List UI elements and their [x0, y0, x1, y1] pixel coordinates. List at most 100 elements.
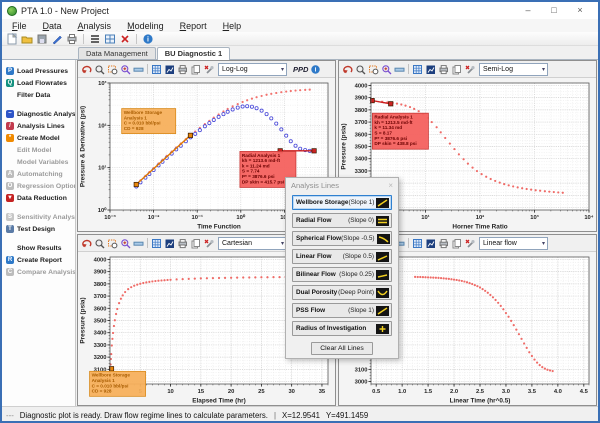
- chart-options-icon[interactable]: [464, 238, 475, 249]
- plot-type-select-loglog[interactable]: Log-Log ▾: [218, 63, 287, 76]
- plot-type-select-cartesian[interactable]: Cartesian ▾: [218, 237, 287, 250]
- sidebar-item-filter-data[interactable]: Filter Data: [2, 89, 75, 101]
- sidebar-item-create-report[interactable]: RCreate Report: [2, 254, 75, 266]
- chart-options-icon[interactable]: [203, 238, 214, 249]
- ppd-toggle[interactable]: PPD: [293, 65, 308, 74]
- print-chart-icon[interactable]: [177, 238, 188, 249]
- data-table-icon[interactable]: [151, 238, 162, 249]
- zoom-data-icon[interactable]: [120, 64, 131, 75]
- svg-text:10²: 10²: [476, 214, 484, 221]
- svg-text:3500: 3500: [94, 319, 107, 325]
- tab-bu-diagnostic-1[interactable]: BU Diagnostic 1: [157, 47, 231, 60]
- print-chart-icon[interactable]: [438, 64, 449, 75]
- svg-text:30: 30: [288, 389, 294, 395]
- tab-data-management[interactable]: Data Management: [78, 47, 156, 59]
- data-table-icon[interactable]: [412, 64, 423, 75]
- zoom-data-icon[interactable]: [381, 64, 392, 75]
- plot-type-select-linearflow[interactable]: Linear flow ▾: [479, 237, 548, 250]
- zoom-icon[interactable]: [94, 238, 105, 249]
- analysis-line-button-wellbore-storage[interactable]: Wellbore Storage(Slope 1): [292, 195, 392, 210]
- close-icon[interactable]: ×: [567, 3, 593, 18]
- dialog-title-bar[interactable]: Analysis Lines ×: [286, 178, 398, 192]
- print-chart-icon[interactable]: [438, 238, 449, 249]
- layout-list-icon[interactable]: [89, 33, 101, 45]
- zoom-icon[interactable]: [355, 64, 366, 75]
- reset-zoom-icon[interactable]: [81, 64, 92, 75]
- about-icon[interactable]: i: [142, 33, 154, 45]
- toolbar-separator: [408, 238, 409, 248]
- chart-style-icon[interactable]: [425, 64, 436, 75]
- dialog-close-icon[interactable]: ×: [388, 181, 393, 190]
- ppd-info-icon[interactable]: i: [310, 64, 321, 75]
- maximize-icon[interactable]: □: [541, 3, 567, 18]
- menu-file[interactable]: File: [4, 21, 35, 31]
- menu-modeling[interactable]: Modeling: [119, 21, 172, 31]
- save-icon[interactable]: [36, 33, 48, 45]
- plot-type-select-semilog[interactable]: Semi-Log ▾: [479, 63, 548, 76]
- pan-icon[interactable]: [133, 238, 144, 249]
- chart-options-icon[interactable]: [203, 64, 214, 75]
- data-table-icon[interactable]: [412, 238, 423, 249]
- menu-report[interactable]: Report: [172, 21, 215, 31]
- pan-icon[interactable]: [394, 64, 405, 75]
- sidebar-item-label: Sensitivity Analysis: [17, 214, 76, 221]
- sidebar-item-load-flowrates[interactable]: QLoad Flowrates: [2, 77, 75, 89]
- data-table-icon[interactable]: [151, 64, 162, 75]
- edit-icon[interactable]: [51, 33, 63, 45]
- analysis-line-button-radius-of-investigation[interactable]: Radius of Investigation: [292, 321, 392, 336]
- reset-zoom-icon[interactable]: [342, 64, 353, 75]
- chart-style-icon[interactable]: [164, 238, 175, 249]
- zoom-icon[interactable]: [94, 64, 105, 75]
- sidebar-item-label: Test Design: [17, 226, 55, 233]
- print-icon[interactable]: [66, 33, 78, 45]
- layout-grid-icon[interactable]: [104, 33, 116, 45]
- menu-data[interactable]: Data: [35, 21, 70, 31]
- sidebar-item-edit-model: Edit Model: [2, 144, 75, 156]
- toolbar-separator: [136, 34, 137, 44]
- sidebar-item-label: Model Variables: [17, 159, 68, 166]
- close-view-icon[interactable]: [119, 33, 131, 45]
- copy-chart-icon[interactable]: [190, 64, 201, 75]
- plot-type-value: Semi-Log: [483, 66, 513, 73]
- toolbar-separator: [408, 64, 409, 74]
- zoom-window-icon[interactable]: [107, 238, 118, 249]
- analysis-line-button-radial-flow[interactable]: Radial Flow(Slope 0): [292, 213, 392, 228]
- minimize-icon[interactable]: –: [515, 3, 541, 18]
- zoom-window-icon[interactable]: [368, 64, 379, 75]
- copy-chart-icon[interactable]: [451, 238, 462, 249]
- copy-chart-icon[interactable]: [190, 238, 201, 249]
- open-project-icon[interactable]: [21, 33, 33, 45]
- clear-all-lines-button[interactable]: Clear All Lines: [311, 342, 372, 355]
- sidebar-item-label: Filter Data: [17, 92, 50, 99]
- sidebar-item-create-model[interactable]: *Create Model: [2, 132, 75, 144]
- svg-text:10¹: 10¹: [421, 214, 429, 221]
- analysis-line-button-bilinear-flow[interactable]: Bilinear Flow(Slope 0.25): [292, 267, 392, 282]
- svg-text:3800: 3800: [94, 282, 107, 288]
- reset-zoom-icon[interactable]: [81, 238, 92, 249]
- analysis-line-button-dual-porosity[interactable]: Dual Porosity(Deep Point): [292, 285, 392, 300]
- sidebar-item-load-pressures[interactable]: PLoad Pressures: [2, 65, 75, 77]
- new-project-icon[interactable]: [6, 33, 18, 45]
- menu-help[interactable]: Help: [215, 21, 250, 31]
- chart-style-icon[interactable]: [425, 238, 436, 249]
- sidebar-item-show-results[interactable]: Show Results: [2, 242, 75, 254]
- pan-icon[interactable]: [133, 64, 144, 75]
- sidebar-item-label: Edit Model: [17, 147, 51, 154]
- copy-chart-icon[interactable]: [451, 64, 462, 75]
- sidebar-item-diagnostic-analysis[interactable]: ~Diagnostic Analysis: [2, 108, 75, 120]
- chart-style-icon[interactable]: [164, 64, 175, 75]
- sidebar-item-test-design[interactable]: TTest Design: [2, 223, 75, 235]
- svg-text:DP skin = 415.7 psi: DP skin = 415.7 psi: [242, 179, 284, 184]
- analysis-line-button-linear-flow[interactable]: Linear Flow(Slope 0.5): [292, 249, 392, 264]
- sidebar-item-analysis-lines[interactable]: /Analysis Lines: [2, 120, 75, 132]
- print-chart-icon[interactable]: [177, 64, 188, 75]
- zoom-window-icon[interactable]: [107, 64, 118, 75]
- line-button-label: Spherical Flow: [296, 235, 341, 242]
- sidebar-item-data-reduction[interactable]: ▼Data Reduction: [2, 192, 75, 204]
- analysis-line-button-pss-flow[interactable]: PSS Flow(Slope 1): [292, 303, 392, 318]
- analysis-line-button-spherical-flow[interactable]: Spherical Flow(Slope -0.5): [292, 231, 392, 246]
- chevron-down-icon: ▾: [542, 66, 545, 73]
- zoom-data-icon[interactable]: [120, 238, 131, 249]
- chart-options-icon[interactable]: [464, 64, 475, 75]
- menu-analysis[interactable]: Analysis: [70, 21, 120, 31]
